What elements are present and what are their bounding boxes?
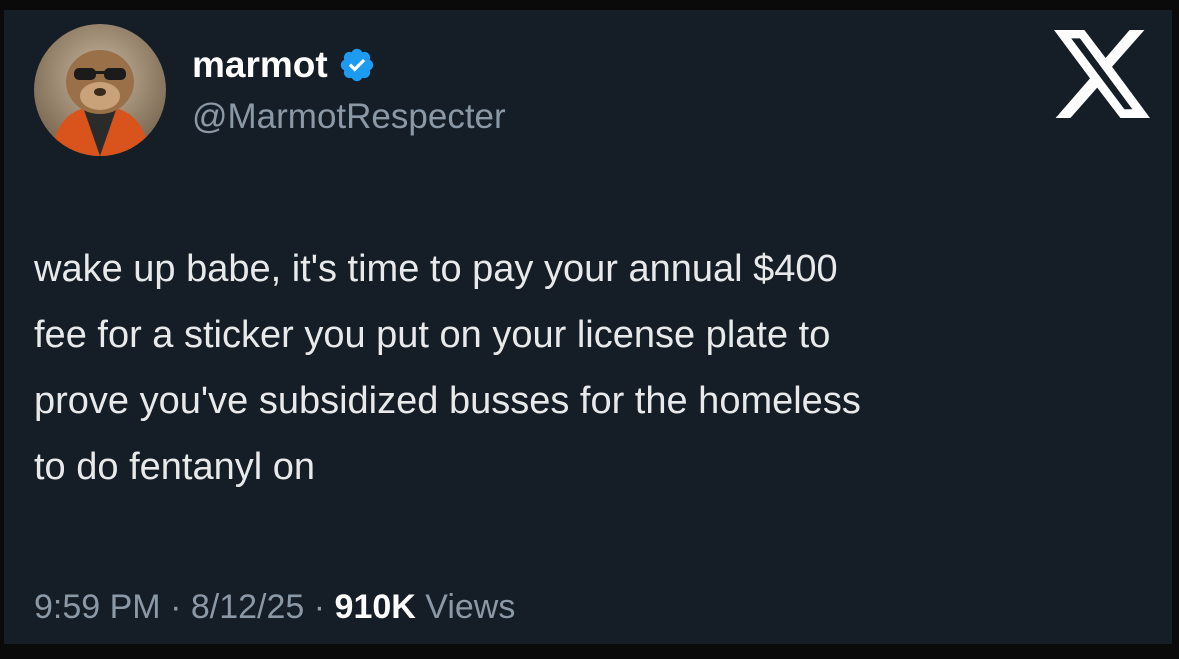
marmot-avatar-image — [34, 24, 166, 156]
tweet-card: marmot @MarmotRespecter wake up babe, it… — [4, 10, 1172, 644]
x-logo-icon[interactable] — [1054, 30, 1150, 118]
views-label: Views — [425, 588, 516, 626]
avatar[interactable] — [34, 24, 166, 156]
author-display-name[interactable]: marmot — [192, 44, 328, 86]
meta-separator: · — [313, 588, 326, 626]
tweet-text: wake up babe, it's time to pay your annu… — [34, 248, 861, 488]
verified-badge-icon — [340, 48, 373, 82]
meta-separator: · — [170, 588, 182, 626]
author-name-row: marmot — [192, 44, 376, 86]
views-count: 910K — [334, 588, 416, 626]
tweet-time[interactable]: 9:59 PM — [34, 588, 161, 626]
tweet-date[interactable]: 8/12/25 — [191, 588, 304, 626]
tweet-meta: 9:59 PM · 8/12/25 · 910K Views — [34, 586, 515, 628]
screenshot-frame: marmot @MarmotRespecter wake up babe, it… — [0, 0, 1179, 659]
author-handle[interactable]: @MarmotRespecter — [192, 96, 506, 138]
